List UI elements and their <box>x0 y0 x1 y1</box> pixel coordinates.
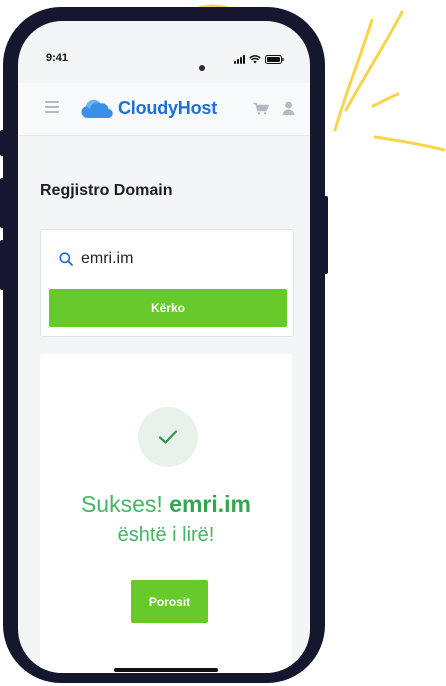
front-camera <box>199 65 205 71</box>
user-icon[interactable] <box>282 101 295 115</box>
success-heading: Sukses! emri.im <box>40 491 292 518</box>
search-icon <box>59 252 73 266</box>
brand-name: CloudyHost <box>118 98 217 118</box>
phone-screen: 9:41 CloudyHost Regjistro Domain emri.im… <box>18 21 310 673</box>
menu-icon[interactable] <box>45 101 59 113</box>
home-indicator <box>114 668 218 672</box>
cloud-logo-icon <box>81 99 113 118</box>
battery-icon <box>265 55 284 64</box>
status-time: 9:41 <box>46 52 69 64</box>
search-button[interactable]: Kërko <box>49 289 287 327</box>
search-field[interactable]: emri.im <box>59 250 133 268</box>
success-domain: emri.im <box>169 491 252 517</box>
status-icons <box>234 55 284 64</box>
brand-logo[interactable]: CloudyHost <box>80 98 217 119</box>
search-input[interactable]: emri.im <box>81 250 133 268</box>
signal-icon <box>234 55 245 64</box>
phone-frame: 9:41 CloudyHost Regjistro Domain emri.im… <box>3 7 325 683</box>
domain-search-card: emri.im Kërko <box>40 229 294 337</box>
success-subtext: është i lirë! <box>117 524 215 546</box>
wifi-icon <box>249 55 261 64</box>
app-header: CloudyHost <box>18 83 310 136</box>
success-badge <box>138 407 198 467</box>
status-bar: 9:41 <box>18 21 310 64</box>
result-card: Sukses! emri.im është i lirë! Porosit <box>40 354 292 673</box>
success-prefix: Sukses! <box>80 491 163 517</box>
order-button[interactable]: Porosit <box>131 580 208 623</box>
check-icon <box>158 430 178 444</box>
cart-icon[interactable] <box>253 102 269 115</box>
page-title: Regjistro Domain <box>40 182 173 199</box>
